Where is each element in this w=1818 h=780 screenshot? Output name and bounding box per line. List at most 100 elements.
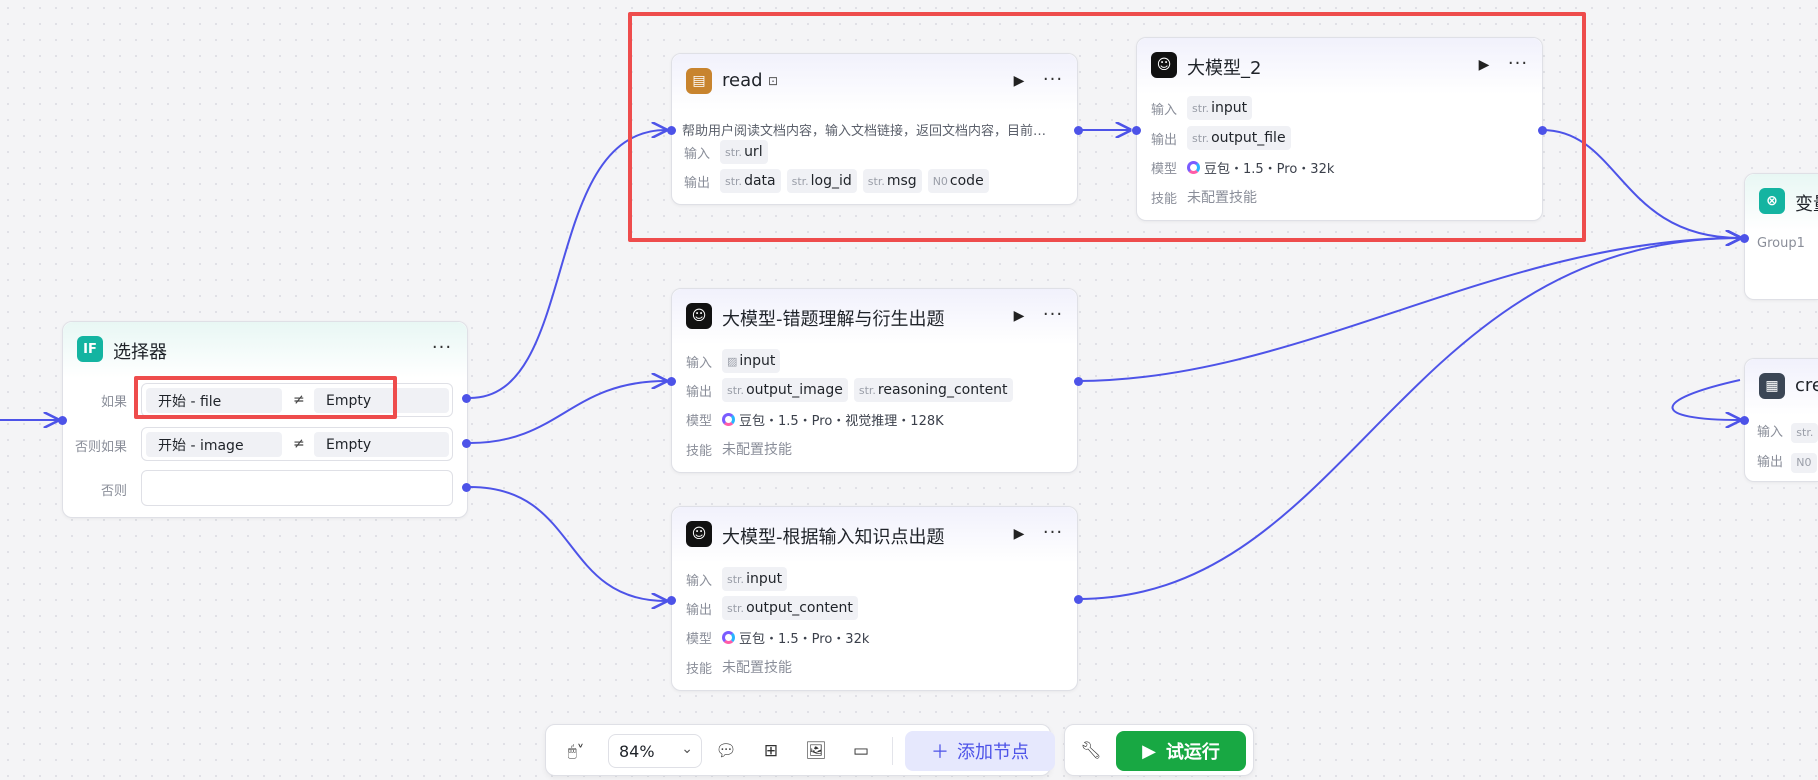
llm-error-input-port[interactable] (667, 377, 676, 386)
skill-value: 未配置技能 (722, 660, 792, 676)
llm-knowledge-node-title: 大模型-根据输入知识点出题 (722, 527, 945, 548)
play-icon: ▶ (1142, 740, 1156, 762)
read-output-row: 输出 str. data str. log_id str. msg N0 code (684, 169, 1063, 193)
llm2-node-title: 大模型_2 (1187, 58, 1262, 79)
llm2-input-row: 输入 str. input (1151, 96, 1528, 120)
llm-error-model-row: 模型 豆包・1.5・Pro・视觉推理・128K (686, 407, 1063, 431)
chevron-down-icon: ⌄ (681, 741, 693, 757)
variable-group-label: Group1 (1757, 236, 1805, 251)
edge-else-to-llm-knowledge (469, 486, 666, 601)
canvas-toolbar: 🖱︎˅ 84% ⌄ 💬︎ ⊞ 🖼︎ ▭ ＋ 添加节点 (545, 724, 1055, 776)
llm-error-output-port[interactable] (1074, 377, 1083, 386)
variable-icon: ⊗ (1759, 188, 1785, 214)
llm2-output-port[interactable] (1538, 126, 1547, 135)
wrench-icon[interactable]: 🔧︎ (1079, 739, 1103, 763)
skill-label: 技能 (1151, 191, 1178, 207)
mouse-mode-icon[interactable]: 🖱︎˅ (558, 739, 594, 763)
more-options-button[interactable]: ··· (1042, 69, 1064, 90)
selector-if-port[interactable] (462, 394, 471, 403)
llm-knowledge-node[interactable]: ☺ 大模型-根据输入知识点出题 ▶ ··· 输入 str. input 输出 st… (671, 506, 1078, 691)
input-tag: str. input (722, 567, 788, 591)
layout-icon[interactable]: ⊞ (759, 739, 783, 763)
llm-knowledge-input-port[interactable] (667, 596, 676, 605)
condition-value[interactable]: Empty (314, 388, 449, 413)
condition-variable[interactable]: 开始 - file (146, 388, 282, 413)
llm-knowledge-output-row: 输出 str. output_content (686, 596, 1063, 620)
create-input-port[interactable] (1740, 416, 1749, 425)
variable-node[interactable]: ⊗ 变量 Group1 (1744, 173, 1818, 300)
model-label: 模型 (1151, 161, 1178, 177)
condition-variable[interactable]: 开始 - image (146, 432, 282, 457)
plugin-badge-icon: ⊡ (768, 74, 779, 88)
model-value: 豆包・1.5・Pro・32k (1187, 158, 1334, 177)
not-equal-operator[interactable]: ≠ (293, 392, 305, 408)
output-label: 输出 (684, 175, 711, 191)
llm-error-input-row: 输入 ▨ input (686, 349, 1063, 373)
output-label: 输出 (686, 384, 713, 400)
run-node-button[interactable]: ▶ (1010, 525, 1028, 543)
llm2-model-row: 模型 豆包・1.5・Pro・32k (1151, 155, 1528, 179)
doubao-icon (722, 630, 735, 644)
model-label: 模型 (686, 631, 713, 647)
test-run-button[interactable]: ▶ 试运行 (1116, 731, 1246, 771)
read-plugin-icon: ▤ (686, 68, 712, 94)
read-node[interactable]: ▤ read ⊡ ▶ ··· 帮助用户阅读文档内容，输入文档链接，返回文档内容，… (671, 53, 1078, 205)
condition-value[interactable]: Empty (314, 432, 449, 457)
image-icon[interactable]: 🖼︎ (804, 739, 828, 763)
run-node-button[interactable]: ▶ (1475, 56, 1493, 74)
create-node[interactable]: ▦ cre 输入 str. 输出 N0 (1744, 358, 1818, 482)
run-toolbar: 🔧︎ ▶ 试运行 (1064, 724, 1254, 776)
not-equal-operator[interactable]: ≠ (293, 436, 305, 452)
output-tag: str. msg (862, 169, 922, 193)
selector-node[interactable]: IF 选择器 ··· 如果 开始 - file ≠ Empty 否则如果 开始 … (62, 321, 468, 518)
if-icon: IF (77, 336, 103, 362)
doubao-icon (722, 412, 735, 426)
skill-value: 未配置技能 (1187, 190, 1257, 206)
more-options-button[interactable]: ··· (1042, 522, 1064, 543)
selector-else-port[interactable] (462, 483, 471, 492)
selector-elseif-port[interactable] (462, 439, 471, 448)
output-tag: str. reasoning_content (853, 378, 1013, 402)
more-options-button[interactable]: ··· (1507, 53, 1529, 74)
condition-row-else[interactable] (141, 470, 453, 506)
llm2-input-port[interactable] (1132, 126, 1141, 135)
more-options-button[interactable]: ··· (431, 337, 453, 358)
skill-value: 未配置技能 (722, 442, 792, 458)
read-node-title: read (722, 70, 763, 91)
input-label: 输入 (1151, 102, 1178, 118)
create-input-row: 输入 str. (1757, 421, 1818, 443)
more-options-button[interactable]: ··· (1042, 304, 1064, 325)
read-input-port[interactable] (667, 126, 676, 135)
llm-knowledge-output-port[interactable] (1074, 595, 1083, 604)
variable-input-port[interactable] (1740, 234, 1749, 243)
toolbar-divider (892, 737, 893, 765)
llm-robot-icon: ☺ (1151, 52, 1177, 78)
zoom-select[interactable]: 84% ⌄ (608, 734, 702, 768)
read-output-port[interactable] (1074, 126, 1083, 135)
run-node-button[interactable]: ▶ (1010, 72, 1028, 90)
workflow-canvas[interactable]: IF 选择器 ··· 如果 开始 - file ≠ Empty 否则如果 开始 … (0, 0, 1818, 780)
llm-robot-icon: ☺ (686, 303, 712, 329)
comment-icon[interactable]: 💬︎ (714, 739, 738, 763)
condition-row-elseif[interactable]: 开始 - image ≠ Empty (141, 427, 453, 461)
model-value: 豆包・1.5・Pro・32k (722, 628, 869, 647)
llm2-node[interactable]: ☺ 大模型_2 ▶ ··· 输入 str. input 输出 str. output… (1136, 37, 1543, 221)
run-node-button[interactable]: ▶ (1010, 307, 1028, 325)
minimap-icon[interactable]: ▭ (849, 739, 873, 763)
edge-llm-knowledge-to-var (1077, 238, 1740, 600)
llm-error-node[interactable]: ☺ 大模型-错题理解与衍生出题 ▶ ··· 输入 ▨ input 输出 str. o… (671, 288, 1078, 473)
llm-robot-icon: ☺ (686, 521, 712, 547)
condition-label-if: 如果 (100, 395, 127, 410)
output-label: 输出 (1151, 132, 1178, 148)
output-tag: str. output_image (722, 378, 848, 402)
condition-row-if[interactable]: 开始 - file ≠ Empty (141, 383, 453, 417)
image-type-icon: ▨ (727, 354, 738, 368)
selector-input-port[interactable] (58, 416, 67, 425)
input-label: 输入 (686, 355, 713, 371)
model-value: 豆包・1.5・Pro・视觉推理・128K (722, 410, 944, 429)
input-label: 输入 (686, 573, 713, 589)
output-tag: str. data (720, 169, 781, 193)
llm-error-node-title: 大模型-错题理解与衍生出题 (722, 309, 945, 330)
condition-label-else: 否则 (100, 484, 127, 499)
add-node-button[interactable]: ＋ 添加节点 (905, 731, 1055, 771)
